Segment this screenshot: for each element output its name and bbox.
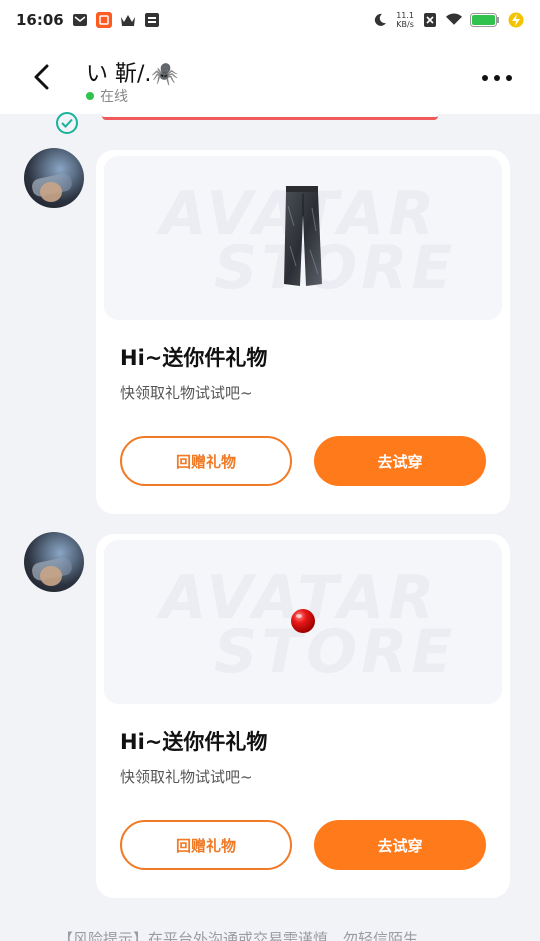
try-on-button[interactable]: 去试穿 — [314, 820, 486, 870]
storage-icon — [144, 12, 160, 28]
gift-title: Hi~送你件礼物 — [120, 346, 268, 370]
status-bar: 16:06 11.1 KB/s — [0, 0, 540, 40]
crown-icon — [120, 12, 136, 28]
no-sim-icon — [422, 12, 438, 28]
jeans-icon — [282, 186, 324, 292]
online-status-label: 在线 — [100, 89, 128, 105]
more-options-button[interactable] — [482, 68, 512, 88]
sender-avatar[interactable] — [24, 532, 84, 592]
status-time: 16:06 — [16, 11, 64, 29]
wifi-icon — [446, 12, 462, 28]
charging-icon — [508, 12, 524, 28]
contact-name[interactable]: い 靳/.🕷️ — [86, 56, 179, 88]
more-dot-icon — [482, 75, 488, 81]
chevron-left-icon — [34, 64, 49, 90]
gift-title: Hi~送你件礼物 — [120, 730, 268, 754]
gift-preview: AVATAR STORE — [104, 540, 502, 704]
gift-card[interactable]: AVATAR STORE Hi~送你件礼物 快领取礼物试试吧~ 回赠礼物 去试穿 — [96, 534, 510, 898]
gift-card[interactable]: AVATAR STORE Hi~送你件礼物 快领取礼物试试吧~ 回赠礼物 去试穿 — [96, 150, 510, 514]
return-gift-button[interactable]: 回赠礼物 — [120, 436, 292, 486]
online-status: 在线 — [86, 86, 128, 106]
check-circle-icon — [56, 112, 78, 134]
try-on-button[interactable]: 去试穿 — [314, 436, 486, 486]
sender-avatar[interactable] — [24, 148, 84, 208]
return-gift-button[interactable]: 回赠礼物 — [120, 820, 292, 870]
previous-message-bubble[interactable] — [102, 112, 438, 120]
more-dot-icon — [494, 75, 500, 81]
watermark-store: STORE — [214, 233, 457, 303]
more-dot-icon — [506, 75, 512, 81]
battery-icon — [470, 12, 500, 28]
net-speed-value: 11.1 — [396, 11, 414, 20]
net-speed-unit: KB/s — [396, 20, 414, 29]
mail-icon — [72, 12, 88, 28]
gift-preview: AVATAR STORE — [104, 156, 502, 320]
moon-icon — [372, 12, 388, 28]
red-nose-icon — [290, 608, 316, 638]
gift-subtitle: 快领取礼物试试吧~ — [120, 384, 253, 402]
back-button[interactable] — [28, 62, 54, 92]
gift-subtitle: 快领取礼物试试吧~ — [120, 768, 253, 786]
risk-warning-note: 【风险提示】在平台外沟通或交易需谨慎，勿轻信陌生 — [58, 930, 419, 941]
net-speed: 11.1 KB/s — [396, 11, 414, 29]
chat-header: い 靳/.🕷️ 在线 — [0, 40, 540, 114]
app-notification-icon — [95, 12, 112, 28]
watermark-store: STORE — [214, 617, 457, 687]
online-dot — [86, 92, 94, 100]
